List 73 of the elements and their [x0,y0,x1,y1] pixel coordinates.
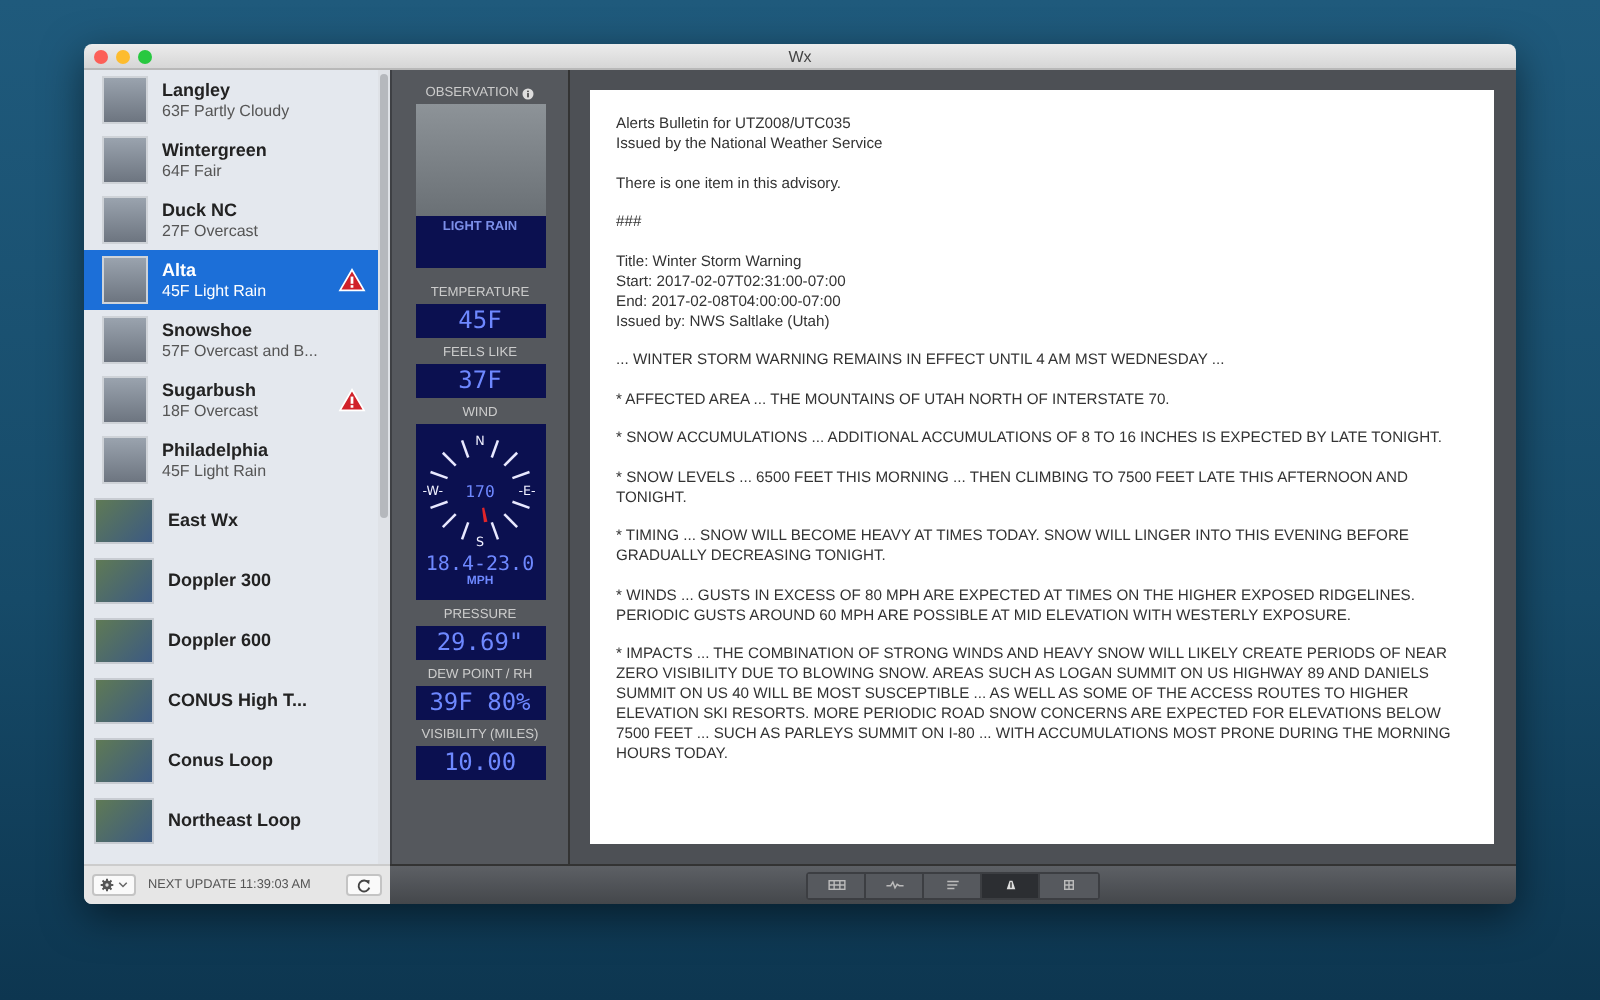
reading-display: 29.69" [415,626,545,660]
photo-placeholder [102,196,148,244]
view-mode-button[interactable] [808,873,866,897]
map-placeholder [94,677,154,723]
location-name: Langley [162,80,233,100]
location-item[interactable]: Conus Loop [84,730,378,790]
location-summary: 57F Overcast and B... [162,342,320,360]
needle-icon [482,507,488,523]
map-placeholder [94,737,154,783]
refresh-button[interactable] [346,874,382,896]
view-mode-button[interactable] [982,873,1040,897]
view-mode-button[interactable] [866,873,924,897]
location-name: Snowshoe [162,320,255,340]
map-placeholder [94,797,154,843]
location-item[interactable]: Philadelphia 45F Light Rain [84,430,378,490]
photo-placeholder [415,104,545,216]
gear-icon [100,878,114,892]
location-name: CONUS High T... [168,690,309,710]
photo-placeholder [102,436,148,484]
location-name: Wintergreen [162,140,269,160]
settings-dropdown[interactable] [92,874,136,896]
location-item[interactable]: Doppler 600 [84,610,378,670]
location-item[interactable]: Northeast Loop [84,790,378,850]
reading-display: 39F 80% [415,686,545,720]
scrollbar-thumb[interactable] [380,74,388,518]
location-name: Northeast Loop [168,810,303,830]
location-item[interactable]: Alta 45F Light Rain [84,250,378,310]
location-item[interactable]: Langley 63F Partly Cloudy [84,70,378,130]
location-summary: 63F Partly Cloudy [162,102,292,120]
reading-display: 45F [415,304,545,338]
location-summary: 45F Light Rain [162,462,269,480]
grid-icon [1060,880,1078,890]
map-placeholder [94,557,154,603]
photo-placeholder [102,376,148,424]
window-title: Wx [788,47,812,65]
location-name: Sugarbush [162,380,259,400]
location-name: East Wx [168,510,241,530]
location-item[interactable]: Wintergreen 64F Fair [84,130,378,190]
location-summary: 45F Light Rain [162,282,269,300]
reading-display: 10.00 [415,746,545,780]
road-icon [1001,880,1019,890]
location-name: Duck NC [162,200,240,220]
table-icon [827,880,845,890]
wind-speed: 18.4-23.0 [425,554,535,576]
photo-placeholder [102,136,148,184]
location-name: Doppler 300 [168,570,274,590]
location-item[interactable]: Duck NC 27F Overcast [84,190,378,250]
refresh-icon [356,877,372,893]
location-summary: 64F Fair [162,162,224,180]
photo-placeholder [102,256,148,304]
photo-placeholder [102,316,148,364]
location-summary: 18F Overcast [162,402,261,420]
location-item[interactable]: Sugarbush 18F Overcast [84,370,378,430]
wind-direction: 170 [465,481,495,502]
location-name: Conus Loop [168,750,275,770]
location-name: Alta [162,260,199,280]
location-item[interactable]: CONUS High T... [84,670,378,730]
location-item[interactable]: East Wx [84,490,378,550]
map-placeholder [94,497,154,543]
view-mode-button[interactable] [924,873,982,897]
reading-display: 37F [415,364,545,398]
view-mode-button[interactable] [1040,873,1098,897]
list-icon [943,880,961,890]
location-name: Doppler 600 [168,630,274,650]
location-summary: 27F Overcast [162,222,261,240]
location-item[interactable]: Doppler 300 [84,550,378,610]
photo-placeholder [102,76,148,124]
info-icon[interactable] [522,87,535,99]
location-name: Philadelphia [162,440,271,460]
wave-icon [885,880,903,890]
caret-icon [118,882,128,888]
location-item[interactable]: Snowshoe 57F Overcast and B... [84,310,378,370]
map-placeholder [94,617,154,663]
